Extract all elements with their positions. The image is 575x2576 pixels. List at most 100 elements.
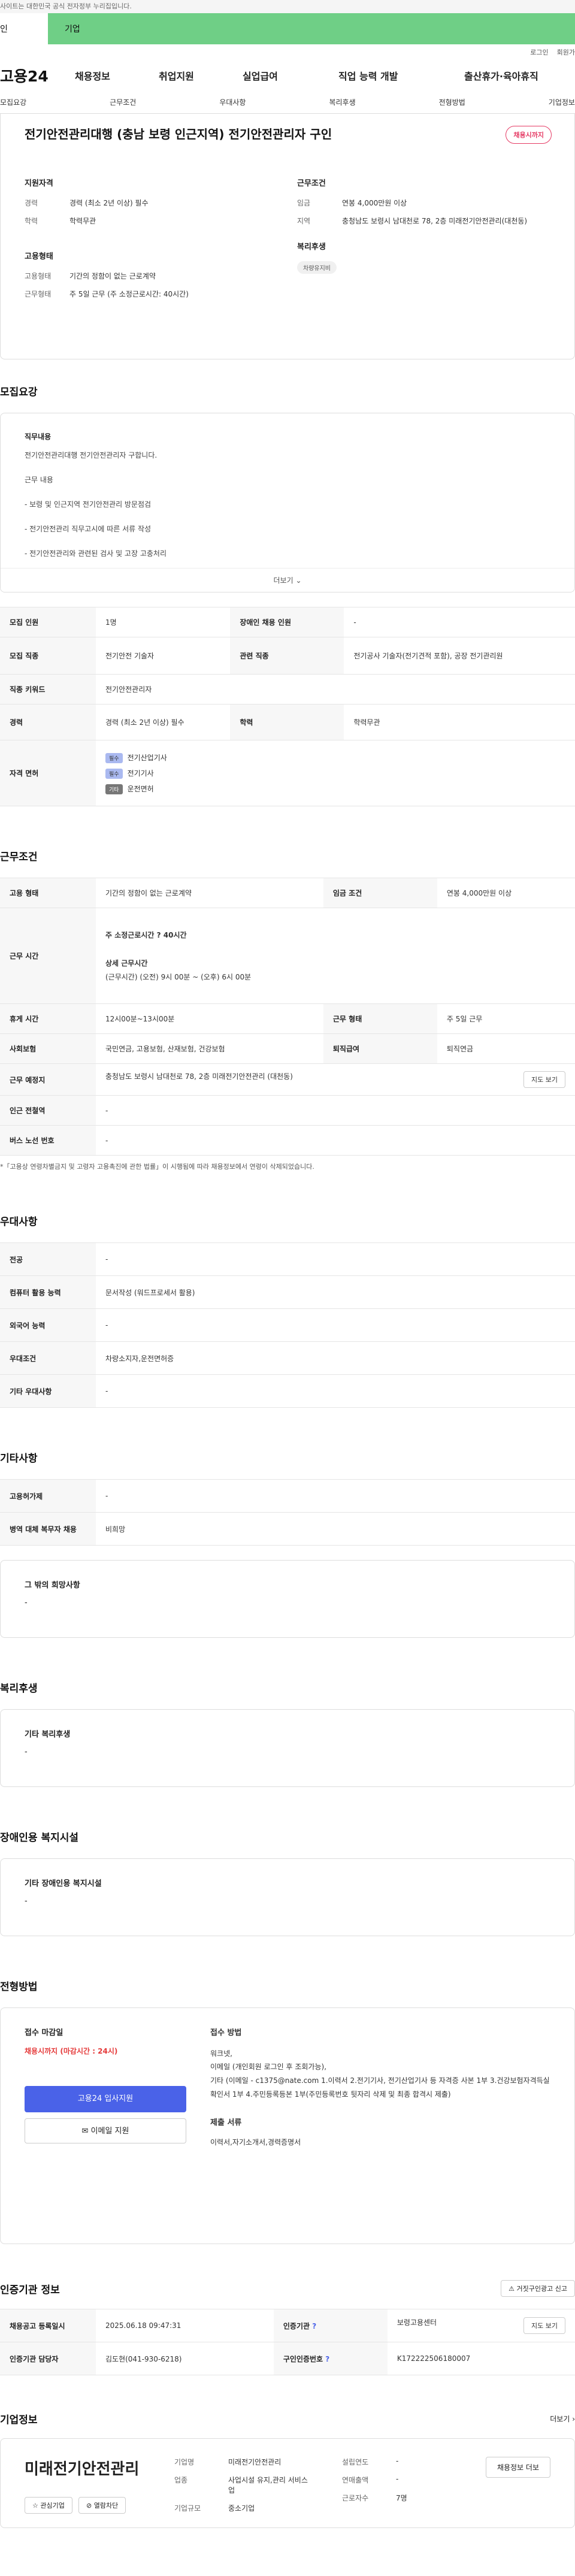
etc-hope-box: 그 밖의 희망사항 - [0,1560,575,1638]
cell-value: - [96,1374,575,1408]
section-corp-title: 기업정보 [0,2414,38,2426]
email-apply-button[interactable]: ✉ 이메일 지원 [25,2118,186,2143]
gnb-job-info[interactable]: 채용정보 [75,68,141,83]
corp-label: 기업규모 [174,2504,201,2512]
cell-value: - [96,1308,575,1342]
gnb-unemployment-benefit[interactable]: 실업급여 [243,68,308,83]
table-row: 모집 직종 전기안전 기술자 관련 직종 전기공사 기술자(전기견적 포함), 공장 … [0,637,575,675]
table-row: 사회보험 국민연금, 고용보험, 산재보험, 건강보험 퇴직급여 퇴직연금 [0,1033,575,1064]
subnav-conditions[interactable]: 근무조건 [110,97,136,107]
table-row: 전공 - [0,1242,575,1276]
license-name: 전기기사 [127,769,154,778]
block-company-button[interactable]: ⊘ 열람차단 [78,2497,126,2514]
license-name: 전기산업기사 [127,753,167,762]
table-row: 우대조건 차량소지자,운전면허증 [0,1341,575,1375]
star-icon: ☆ [32,2502,38,2510]
subnav-company[interactable]: 기업정보 [549,97,575,107]
cell-label: 근무 예정지 [0,1063,96,1096]
table-row: 채용공고 등록일시 2025.06.18 09:47:31 인증기관 ? 보령고용센터… [0,2309,575,2342]
tab-personal[interactable]: 인 [0,13,48,44]
help-icon[interactable]: ? [325,2355,329,2363]
join-link[interactable]: 회원가 [557,47,575,57]
agency-map-button[interactable]: 지도 보기 [523,2317,565,2334]
cert-table: 채용공고 등록일시 2025.06.18 09:47:31 인증기관 ? 보령고용센터… [0,2309,575,2375]
qual-heading: 지원자격 [25,179,53,188]
cell-label: 컴퓨터 활용 능력 [0,1275,96,1309]
apply-button[interactable]: 고용24 입사지원 [25,2086,186,2112]
corp-value: 미래전기안전관리 [228,2458,282,2466]
desc-line: - 전기안전관리 직무고시에 따른 서류 작성 [25,525,152,533]
warning-icon: ⚠ [509,2285,515,2293]
gnb-employment-support[interactable]: 취업지원 [159,68,225,83]
deadline-badge: 채용시까지 [506,126,552,144]
apply-box: 접수 마감일 채용시까지 (마감시간 : 24시) 고용24 입사지원 ✉ 이메… [0,2007,575,2244]
cert-agency: 보령고용센터 [397,2318,437,2327]
cell-value: 전기안전관리자 [96,674,575,705]
subnav-preference[interactable]: 우대사항 [219,97,246,107]
desc-line: 근무 내용 [25,476,53,484]
license-list: 필수 전기산업기사 필수 전기기사 기타 운전면허 [96,740,575,806]
cell-value: 국민연금, 고용보험, 산재보험, 건강보험 [96,1033,323,1064]
qual-value: 학력무관 [69,217,96,225]
table-row: 기타 우대사항 - [0,1374,575,1408]
gnb-vocational-training[interactable]: 직업 능력 개발 [338,68,440,83]
login-link[interactable]: 로그인 [530,47,548,57]
corp-label: 연매출액 [342,2476,369,2484]
age-note: *「고용상 연령차별금지 및 고령자 고용촉진에 관한 법률」이 시행됨에 따라… [0,1163,314,1171]
cert-number-label: 구인인증번호 [283,2354,323,2363]
table-row: 컴퓨터 활용 능력 문서작성 (워드프로세서 활용) [0,1275,575,1309]
job-summary-card: 전기안전관리대행 (충남 보령 인근지역) 전기안전관리자 구인 채용시까지 지… [0,114,575,359]
report-fake-ad-button[interactable]: ⚠ 거짓구인광고 신고 [501,2280,575,2297]
gov-notice: 사이트는 대한민국 공식 전자정부 누리집입니다. [0,0,575,13]
emp-heading: 고용형태 [25,252,53,261]
table-row: 병역 대체 복무자 채용 비희망 [0,1512,575,1546]
more-button[interactable]: 더보기 ⌄ [1,568,574,592]
job-description-box: 직무내용 전기안전관리대행 전기안전관리자 구합니다. 근무 내용 - 보령 및… [0,413,575,592]
subnav-welfare[interactable]: 복리후생 [329,97,355,107]
table-row: 고용 형태 기간의 정함이 없는 근로계약 임금 조건 연봉 4,000만원 이상 [0,878,575,908]
cert-agency-label: 인증기관 [283,2321,310,2330]
section-welfare-title: 복리후생 [0,1683,38,1695]
corp-label: 업종 [174,2476,188,2484]
cell-value: 퇴직연금 [437,1033,575,1064]
desc-line: - 전기안전관리와 관련된 검사 및 고장 고충처리 [25,549,167,558]
welfare-box-value: - [25,1747,28,1756]
fav-company-button[interactable]: ☆ 관심기업 [25,2497,72,2514]
section-work-title: 근무조건 [0,851,38,863]
disabled-box-value: - [25,1897,28,1906]
job-title: 전기안전관리대행 (충남 보령 인근지역) 전기안전관리자 구인 [25,127,332,141]
cell-label: 휴게 시간 [0,1003,96,1034]
cell-value: - [96,1125,575,1156]
cell-label: 고용허가제 [0,1479,96,1513]
method-line: 이메일 (개인회원 로그인 후 조회가능), [210,2063,327,2072]
tab-enterprise[interactable]: 기업 [48,13,96,44]
help-icon[interactable]: ? [312,2322,316,2330]
table-row: 경력 경력 (최소 2년 이상) 필수 학력 학력무관 [0,704,575,740]
subnav-recruit[interactable]: 모집요강 [0,97,26,107]
cell-label: 근무 시간 [0,908,96,1004]
section-nav: 모집요강 근무조건 우대사항 복리후생 전형방법 기업정보 [0,91,575,114]
gnb-parental-leave[interactable]: 출산휴가·육아휴직 [464,68,563,83]
cell-value: - [344,607,575,637]
cell-value: 연봉 4,000만원 이상 [437,878,575,908]
cond-value: 연봉 4,000만원 이상 [342,199,407,207]
cell-label: 퇴직급여 [323,1033,437,1064]
corp-logo: 미래전기안전관리 [25,2460,140,2478]
map-button[interactable]: 지도 보기 [523,1071,565,1088]
site-logo[interactable]: 고용24 [0,65,75,86]
corp-more-label: 더보기 [550,2415,570,2423]
cell-value: - [96,1479,575,1513]
corp-value: - [396,2457,399,2465]
method-line: 기타 (이메일 - c1375@nate.com 1.이력서 2.전기기사, 전… [210,2076,550,2099]
corp-more-link[interactable]: 더보기 › [550,2414,575,2424]
cell-label: 외국어 능력 [0,1308,96,1342]
emp-value: 기간의 정함이 없는 근로계약 [69,272,156,280]
detail-hours-title: 상세 근무시간 [105,959,148,967]
cell-value: - [96,1095,575,1126]
cell-label: 관련 직종 [230,637,344,675]
subnav-selection[interactable]: 전형방법 [439,97,465,107]
cell-label: 고용 형태 [0,878,96,908]
corp-jobs-button[interactable]: 채용정보 더보 [485,2457,550,2478]
cell-value: 2025.06.18 09:47:31 [96,2309,274,2342]
table-row: 휴게 시간 12시00분~13시00분 근무 형태 주 5일 근무 [0,1003,575,1034]
